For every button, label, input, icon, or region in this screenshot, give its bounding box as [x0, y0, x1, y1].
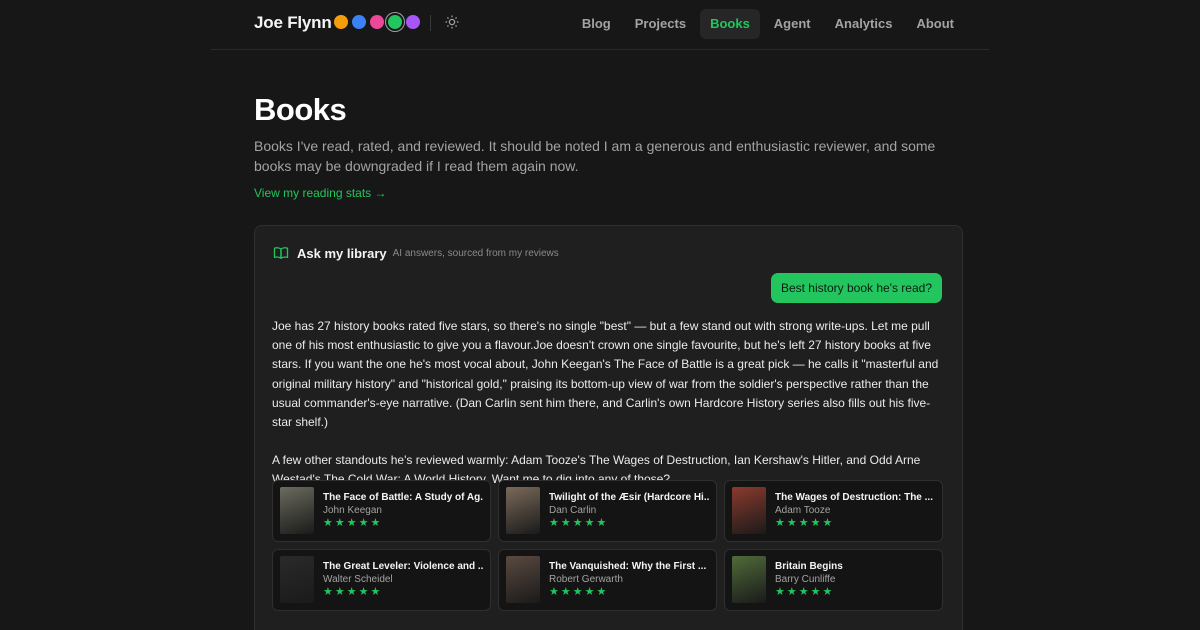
star-rating: ★★★★★	[549, 517, 609, 529]
theme-swatch-green[interactable]	[388, 15, 402, 29]
user-message: Best history book he's read?	[770, 273, 942, 303]
book-title: The Great Leveler: Violence and ...	[323, 561, 483, 572]
book-author: John Keegan	[323, 505, 382, 516]
ask-library-panel: Ask my library AI answers, sourced from …	[254, 225, 963, 630]
book-cover	[506, 487, 540, 534]
book-author: Robert Gerwarth	[549, 574, 623, 585]
page-description: Books I've read, rated, and reviewed. It…	[254, 138, 936, 174]
assistant-answer: Joe has 27 history books rated five star…	[272, 317, 944, 490]
nav-agent[interactable]: Agent	[764, 9, 821, 39]
book-title: Britain Begins	[775, 561, 843, 572]
star-rating: ★★★★★	[323, 517, 383, 529]
book-author: Walter Scheidel	[323, 574, 393, 585]
book-card[interactable]: The Great Leveler: Violence and ... Walt…	[272, 549, 491, 611]
book-cover	[506, 556, 540, 603]
panel-header: Ask my library AI answers, sourced from …	[273, 245, 559, 261]
book-author: Adam Tooze	[775, 505, 831, 516]
theme-swatches	[334, 15, 420, 29]
theme-swatch-blue[interactable]	[352, 15, 366, 29]
star-rating: ★★★★★	[549, 586, 609, 598]
page-intro: Books Books I've read, rated, and review…	[254, 92, 964, 202]
book-cover	[732, 487, 766, 534]
book-title: Twilight of the Æsir (Hardcore Hi...	[549, 492, 709, 503]
star-rating: ★★★★★	[323, 586, 383, 598]
book-card[interactable]: Twilight of the Æsir (Hardcore Hi... Dan…	[498, 480, 717, 542]
book-cover	[280, 556, 314, 603]
page-title: Books	[254, 92, 347, 127]
panel-title: Ask my library	[297, 245, 387, 261]
book-card[interactable]: The Face of Battle: A Study of Ag... Joh…	[272, 480, 491, 542]
theme-swatch-pink[interactable]	[370, 15, 384, 29]
site-title[interactable]: Joe Flynn	[254, 13, 332, 33]
book-author: Barry Cunliffe	[775, 574, 836, 585]
book-cover	[280, 487, 314, 534]
theme-swatch-purple[interactable]	[406, 15, 420, 29]
star-rating: ★★★★★	[775, 517, 835, 529]
site-header: Joe Flynn Blog Projects Books Agent Anal…	[211, 0, 989, 50]
book-cards: The Face of Battle: A Study of Ag... Joh…	[272, 480, 943, 611]
star-rating: ★★★★★	[775, 586, 835, 598]
main-nav: Blog Projects Books Agent Analytics Abou…	[572, 9, 964, 39]
book-cover	[732, 556, 766, 603]
open-book-icon	[273, 247, 289, 259]
reading-stats-link[interactable]: View my reading stats →	[254, 186, 387, 200]
nav-projects[interactable]: Projects	[625, 9, 696, 39]
nav-about[interactable]: About	[906, 9, 964, 39]
book-title: The Vanquished: Why the First ...	[549, 561, 707, 572]
nav-blog[interactable]: Blog	[572, 9, 621, 39]
book-author: Dan Carlin	[549, 505, 597, 516]
answer-paragraph: Joe has 27 history books rated five star…	[272, 319, 939, 430]
book-title: The Face of Battle: A Study of Ag...	[323, 492, 483, 503]
nav-analytics[interactable]: Analytics	[825, 9, 903, 39]
book-card[interactable]: The Vanquished: Why the First ... Robert…	[498, 549, 717, 611]
book-title: The Wages of Destruction: The ...	[775, 492, 933, 503]
header-divider	[430, 15, 431, 31]
sun-icon[interactable]	[444, 14, 460, 30]
book-card[interactable]: The Wages of Destruction: The ... Adam T…	[724, 480, 943, 542]
book-card[interactable]: Britain Begins Barry Cunliffe ★★★★★	[724, 549, 943, 611]
panel-subtitle: AI answers, sourced from my reviews	[392, 247, 559, 259]
theme-swatch-amber[interactable]	[334, 15, 348, 29]
nav-books[interactable]: Books	[700, 9, 760, 39]
